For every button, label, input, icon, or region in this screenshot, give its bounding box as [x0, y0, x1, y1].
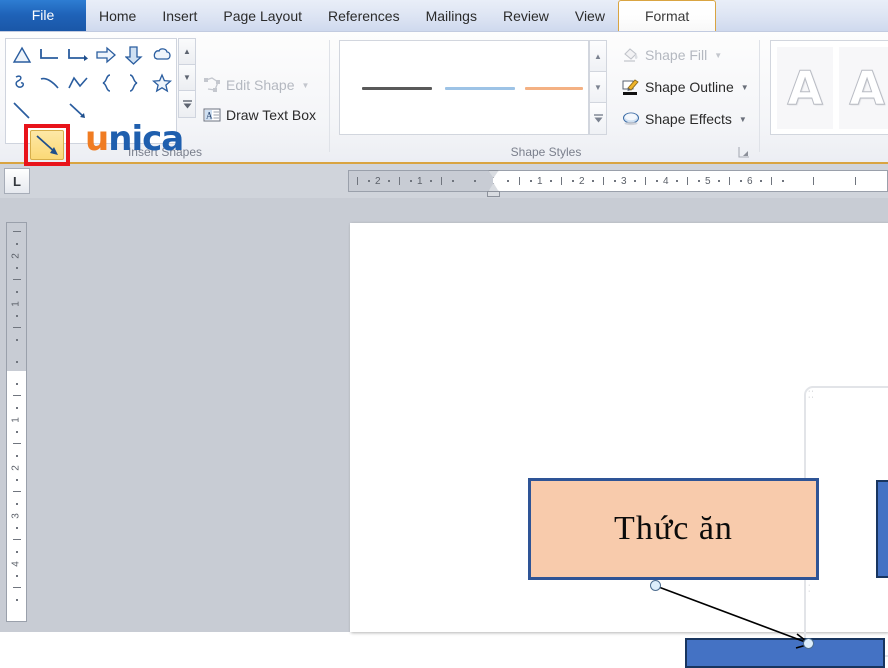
styles-scroll-up-button[interactable]: ▲: [589, 40, 607, 71]
connector-end-handle[interactable]: [803, 638, 814, 649]
shape-style-dark-line[interactable]: [362, 87, 432, 90]
thuc-an-label: Thức ăn: [614, 510, 733, 547]
pen-outline-icon: [622, 78, 640, 96]
ribbon-content: ▲ ▼ Edit Shape ▼ A Draw Text Box unica I…: [0, 32, 888, 166]
vruler-label-2: 2: [10, 253, 22, 259]
shapes-more-button[interactable]: [178, 90, 196, 118]
chevron-down-icon[interactable]: ▼: [302, 81, 310, 90]
styles-more-button[interactable]: [589, 102, 607, 135]
group-shape-styles: ▲ ▼ Shape Fill ▼ Shape Outline ▼ Shape E…: [331, 32, 761, 162]
thuc-an-rectangle[interactable]: Thức ăn: [528, 478, 819, 580]
shapes-gallery-scroll[interactable]: ▲ ▼: [178, 38, 196, 144]
ribbon-tab-bar: File Home Insert Page Layout References …: [0, 0, 888, 32]
blue-rectangle-right[interactable]: [876, 480, 888, 578]
down-arrow-shape[interactable]: [120, 41, 148, 69]
edit-shape-label: Edit Shape: [226, 77, 295, 93]
right-arrow-shape[interactable]: [92, 41, 120, 69]
line-arrow-shape[interactable]: [36, 97, 64, 125]
group-divider: [329, 40, 330, 152]
tab-file[interactable]: File: [0, 0, 86, 31]
group-insert-shapes: ▲ ▼ Edit Shape ▼ A Draw Text Box unica I…: [0, 32, 330, 166]
flowchart-shape[interactable]: [148, 41, 176, 69]
double-arrow-shape[interactable]: [64, 97, 92, 125]
tab-stop-selector[interactable]: L: [4, 168, 30, 194]
ruler-label-left-2: 2: [375, 176, 381, 187]
shape-outline-label: Shape Outline: [645, 79, 734, 95]
group-wordart-styles: A A: [762, 32, 888, 162]
ruler-label-2: 2: [579, 176, 585, 187]
vruler-label-2b: 2: [10, 465, 22, 471]
vruler-label-4: 4: [10, 561, 22, 567]
shape-styles-gallery[interactable]: [339, 40, 589, 135]
elbow-connector-shape[interactable]: [36, 41, 64, 69]
shape-effects-icon: [622, 110, 640, 128]
chevron-down-icon[interactable]: ▼: [714, 51, 722, 60]
ruler-label-left-1: 1: [417, 176, 423, 187]
vruler-label-1-top: 1: [10, 301, 22, 307]
shapes-scroll-down-button[interactable]: ▼: [178, 64, 196, 90]
shape-fill-button[interactable]: Shape Fill ▼: [619, 44, 725, 66]
right-brace-shape[interactable]: [120, 69, 148, 97]
canvas-corner-handle-topleft[interactable]: ·· ··: [808, 388, 815, 401]
tab-view[interactable]: View: [562, 1, 618, 31]
shape-style-blue-line[interactable]: [445, 87, 515, 90]
selection-highlight-box: [24, 124, 70, 166]
ruler-label-4: 4: [663, 176, 669, 187]
vertical-ruler[interactable]: 2 1 1 2 3 4: [6, 222, 27, 622]
vruler-label-3: 3: [10, 513, 22, 519]
chevron-down-icon[interactable]: ▼: [741, 83, 749, 92]
ruler-label-6: 6: [747, 176, 753, 187]
draw-text-box-button[interactable]: A Draw Text Box: [200, 104, 319, 126]
shape-effects-label: Shape Effects: [645, 111, 732, 127]
styles-scroll-down-button[interactable]: ▼: [589, 71, 607, 102]
paint-bucket-icon: [622, 46, 640, 64]
line-shape[interactable]: [8, 97, 36, 125]
shapes-scroll-up-button[interactable]: ▲: [178, 38, 196, 64]
tab-mailings[interactable]: Mailings: [413, 1, 490, 31]
shape-styles-scroll[interactable]: ▲ ▼: [589, 40, 607, 135]
connector-start-handle[interactable]: [650, 580, 661, 591]
triangle-shape[interactable]: [8, 41, 36, 69]
ruler-label-5: 5: [705, 176, 711, 187]
svg-text:A: A: [206, 111, 213, 121]
tab-references[interactable]: References: [315, 1, 413, 31]
horizontal-ruler[interactable]: 2 1 1 2 3 4 5 6: [348, 170, 888, 192]
document-page[interactable]: ···· ···· ···· Thức ăn: [350, 223, 888, 668]
draw-text-box-label: Draw Text Box: [226, 107, 316, 123]
document-workspace: ···· ···· ···· Thức ăn: [34, 198, 888, 668]
edit-shape-icon: [203, 76, 221, 94]
tab-format[interactable]: Format: [617, 0, 717, 31]
star-shape[interactable]: [148, 69, 176, 97]
elbow-arrow-connector-shape[interactable]: [64, 41, 92, 69]
tab-page-layout[interactable]: Page Layout: [210, 1, 315, 31]
group-label-shape-styles: Shape Styles: [510, 145, 582, 159]
group-divider: [759, 40, 760, 152]
wordart-glyph: A: [787, 61, 824, 116]
wordart-style-2[interactable]: A: [839, 47, 888, 129]
shape-effects-button[interactable]: Shape Effects ▼: [619, 108, 750, 130]
shape-fill-label: Shape Fill: [645, 47, 708, 63]
left-indent-marker[interactable]: [487, 191, 500, 197]
blue-rectangle-bottom[interactable]: [685, 638, 885, 668]
chevron-down-icon[interactable]: ▼: [739, 115, 747, 124]
left-brace-shape[interactable]: [92, 69, 120, 97]
wordart-styles-gallery[interactable]: A A: [770, 40, 888, 135]
tab-bar-filler: [716, 1, 888, 31]
tab-stop-selector-label: L: [13, 173, 21, 189]
wordart-style-1[interactable]: A: [777, 47, 833, 129]
scribble-shape[interactable]: [8, 69, 36, 97]
tab-home[interactable]: Home: [86, 1, 149, 31]
shape-outline-button[interactable]: Shape Outline ▼: [619, 76, 752, 98]
ruler-label-3: 3: [621, 176, 627, 187]
shape-style-orange-line[interactable]: [525, 87, 583, 90]
ruler-label-1: 1: [537, 176, 543, 187]
curve-shape[interactable]: [36, 69, 64, 97]
text-box-icon: A: [203, 106, 221, 124]
wordart-glyph: A: [849, 61, 886, 116]
tab-insert[interactable]: Insert: [149, 1, 210, 31]
vruler-label-1: 1: [10, 417, 22, 423]
tab-review[interactable]: Review: [490, 1, 562, 31]
freeform-shape[interactable]: [64, 69, 92, 97]
edit-shape-button[interactable]: Edit Shape ▼: [200, 74, 312, 96]
